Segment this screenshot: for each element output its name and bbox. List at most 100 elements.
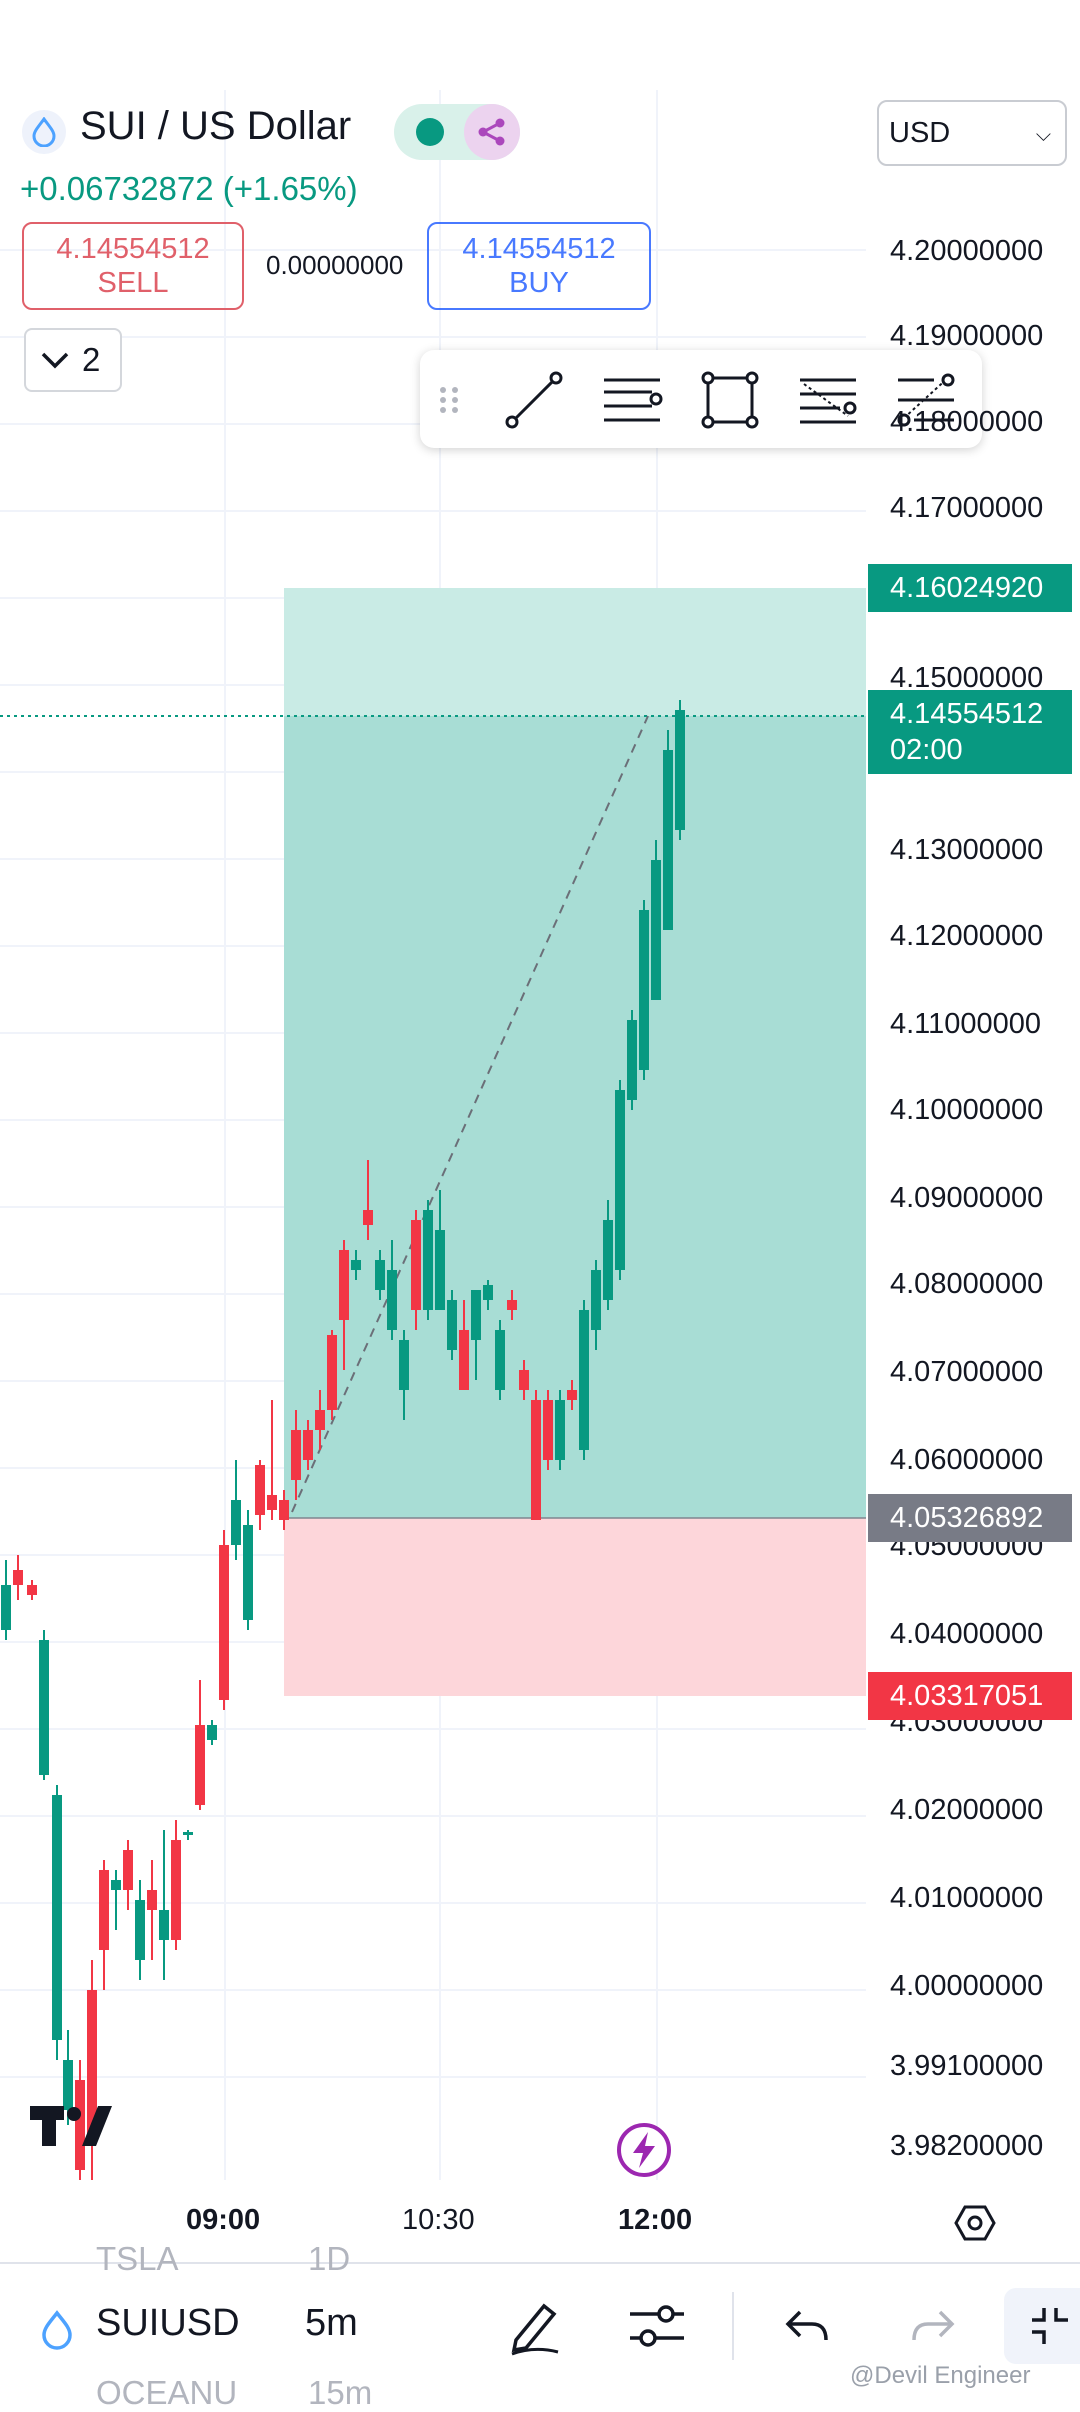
stop-loss-zone[interactable] <box>284 1518 866 1696</box>
candle-body <box>52 1795 62 2040</box>
candle-body <box>411 1220 421 1310</box>
candle <box>27 1580 37 1600</box>
buy-price: 4.14554512 <box>462 233 616 265</box>
candle-body <box>531 1400 541 1520</box>
settings-gear-icon[interactable] <box>954 2202 996 2244</box>
price-axis-label: 4.12000000 <box>890 920 1044 952</box>
target-zone[interactable] <box>284 588 866 716</box>
toolbar-divider <box>732 2292 734 2360</box>
redo-icon[interactable] <box>910 2306 956 2346</box>
candle <box>219 1530 229 1710</box>
rectangle-icon[interactable] <box>698 368 762 432</box>
trend-line-icon[interactable] <box>502 368 566 432</box>
target-price-tag[interactable]: 4.16024920 <box>868 564 1072 612</box>
ghost-interval-below: 15m <box>308 2374 373 2411</box>
chevron-down-icon <box>41 352 69 369</box>
candle <box>639 900 649 1080</box>
indicators-count: 2 <box>82 341 101 378</box>
candle <box>135 1880 145 1980</box>
candle-body <box>555 1400 565 1460</box>
candle <box>531 1390 541 1520</box>
price-axis-label: 4.08000000 <box>890 1268 1044 1300</box>
candle <box>579 1300 589 1460</box>
symbol-title[interactable]: SUI / US Dollar <box>80 104 351 149</box>
market-status-pill[interactable] <box>394 104 520 160</box>
lightning-icon[interactable] <box>616 2122 672 2178</box>
candle-body <box>423 1210 433 1310</box>
share-icon[interactable] <box>464 104 520 160</box>
candle-body <box>543 1400 553 1460</box>
chevron-down-icon: ⌵ <box>1035 124 1051 146</box>
price-axis-label: 4.13000000 <box>890 834 1044 866</box>
candle-body <box>147 1890 157 1910</box>
price-change: +0.06732872 (+1.65%) <box>20 170 358 207</box>
candle-body <box>375 1260 385 1290</box>
candle <box>675 700 685 840</box>
price-axis-label: 4.06000000 <box>890 1444 1044 1476</box>
interval-selector[interactable]: 5m <box>305 2302 358 2345</box>
candle-body <box>567 1390 577 1400</box>
candle <box>207 1720 217 1745</box>
candle-body <box>183 1832 193 1835</box>
entry-price-tag[interactable]: 4.05326892 <box>868 1494 1072 1542</box>
candle <box>1 1560 11 1640</box>
indicators-toggle-button[interactable]: 2 <box>24 328 122 392</box>
candle-body <box>243 1525 253 1620</box>
candle <box>123 1840 133 1910</box>
candle <box>555 1390 565 1470</box>
candle-body <box>519 1370 529 1390</box>
candle-body <box>159 1910 169 1940</box>
candle-body <box>639 910 649 1070</box>
fib-retracement-icon[interactable] <box>796 368 860 432</box>
candle-body <box>483 1285 493 1300</box>
parallel-lines-icon[interactable] <box>600 368 664 432</box>
candle-body <box>675 710 685 830</box>
sui-logo-icon <box>22 110 66 154</box>
candle <box>111 1870 121 1930</box>
ghost-symbol-above: TSLA <box>96 2240 179 2277</box>
time-axis-label: 09:00 <box>186 2204 261 2236</box>
candle-body <box>315 1410 325 1430</box>
price-axis-label: 4.07000000 <box>890 1356 1044 1388</box>
candle <box>13 1555 23 1600</box>
price-axis-label: 4.01000000 <box>890 1882 1044 1914</box>
market-open-dot <box>416 118 444 146</box>
sliders-icon[interactable] <box>628 2298 686 2354</box>
candle-body <box>447 1300 457 1350</box>
candle-body <box>591 1270 601 1330</box>
candle-body <box>111 1880 121 1890</box>
candle <box>495 1320 505 1400</box>
price-axis-label: 4.00000000 <box>890 1970 1044 2002</box>
candle-countdown: 02:00 <box>890 734 963 766</box>
candle-body <box>651 860 661 1000</box>
drag-handle-icon[interactable] <box>434 368 464 432</box>
candle <box>147 1860 157 1960</box>
buy-button[interactable]: 4.14554512 BUY <box>427 222 651 310</box>
stop-price-tag[interactable]: 4.03317051 <box>868 1672 1072 1720</box>
current-price: 4.14554512 <box>890 698 1044 730</box>
pencil-icon[interactable] <box>504 2296 564 2356</box>
candle-body <box>435 1230 445 1310</box>
symbol-selector[interactable]: SUIUSD <box>96 2302 240 2345</box>
candle <box>195 1680 205 1810</box>
sell-button[interactable]: 4.14554512 SELL <box>22 222 244 310</box>
current-price-tag[interactable]: 4.14554512 02:00 <box>868 690 1072 774</box>
fullscreen-button[interactable] <box>1004 2288 1080 2364</box>
price-axis-label: 4.19000000 <box>890 320 1044 352</box>
price-axis-label: 4.09000000 <box>890 1182 1044 1214</box>
candle-body <box>579 1310 589 1450</box>
candle <box>171 1820 181 1950</box>
candle-body <box>39 1640 49 1775</box>
candle-body <box>327 1335 337 1410</box>
candle <box>159 1830 169 1980</box>
sell-price: 4.14554512 <box>56 233 210 265</box>
candle <box>627 1010 637 1110</box>
currency-select[interactable]: USD ⌵ <box>877 100 1067 166</box>
candle-body <box>363 1210 373 1225</box>
candle-body <box>387 1270 397 1330</box>
candle-body <box>27 1585 37 1595</box>
undo-icon[interactable] <box>784 2306 830 2346</box>
candle-body <box>135 1900 145 1960</box>
candle-body <box>255 1465 265 1515</box>
candle <box>267 1400 277 1520</box>
